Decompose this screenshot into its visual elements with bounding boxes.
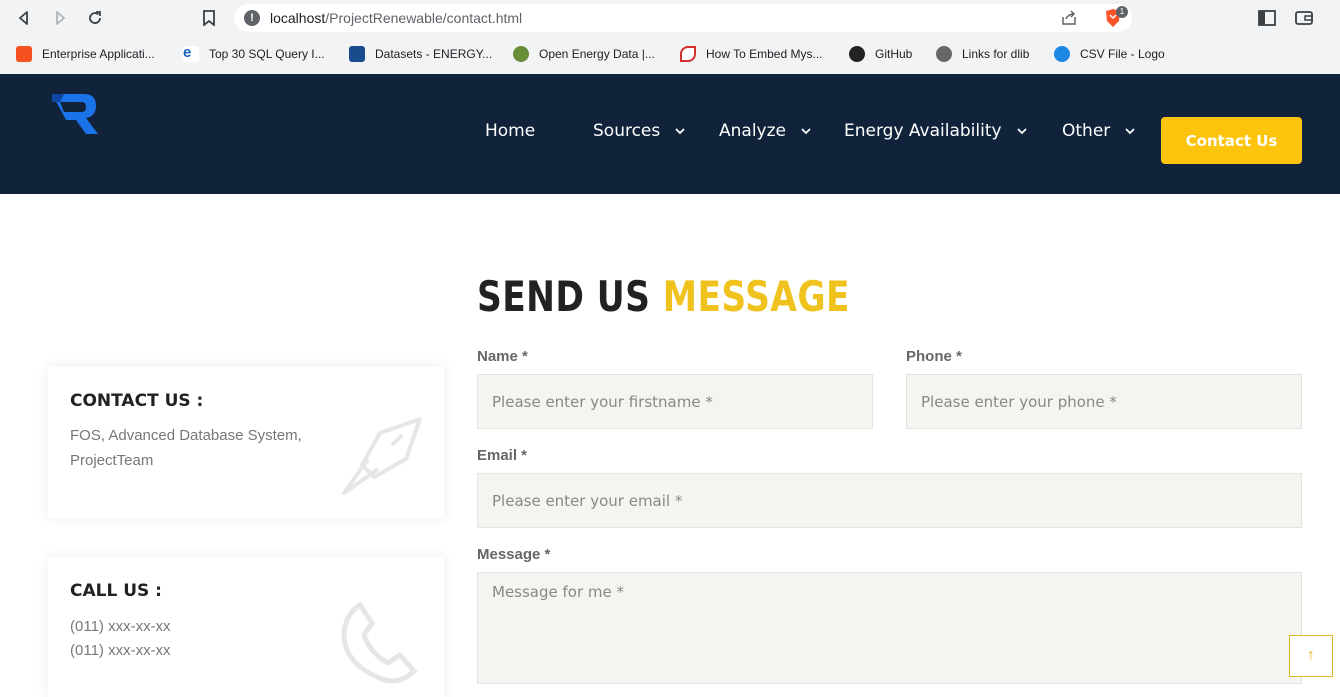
chevron-down-icon [675, 128, 685, 135]
github-icon [849, 46, 865, 62]
scroll-to-top-button[interactable]: ↑ [1289, 635, 1333, 677]
url-path: /ProjectRenewable/contact.html [325, 10, 523, 26]
bookmark-7-label: CSV File - Logo [1080, 47, 1165, 61]
share-icon[interactable] [1060, 10, 1078, 26]
name-label: Name * [477, 348, 528, 365]
bookmark-3[interactable]: Open Energy Data |... [513, 44, 655, 64]
rocket-icon [342, 417, 422, 495]
bookmark-5[interactable]: GitHub [849, 44, 912, 64]
call-card: CALL US : (011) xxx-xx-xx (011) xxx-xx-x… [48, 557, 444, 697]
browser-toolbar: ! localhost/ProjectRenewable/contact.htm… [0, 0, 1340, 36]
nav-energy-availability[interactable]: Energy Availability [844, 121, 1028, 141]
email-input[interactable]: Please enter your email * [477, 473, 1302, 528]
contact-card-line-2: ProjectTeam [70, 452, 154, 469]
nav-home-label: Home [485, 121, 536, 141]
bookmark-0-label: Enterprise Applicati... [42, 47, 155, 61]
nav-analyze-label: Analyze [719, 121, 786, 141]
phone-label: Phone * [906, 348, 962, 365]
bookmark-1[interactable]: e Top 30 SQL Query I... [183, 44, 325, 64]
bookmark-7-favicon-icon [1054, 46, 1070, 62]
bookmark-icon[interactable] [199, 8, 219, 28]
contact-card-title: CONTACT US : [70, 391, 204, 411]
call-card-line-2: (011) xxx-xx-xx [70, 642, 171, 659]
bookmark-6-label: Links for dlib [962, 47, 1030, 61]
chevron-down-icon [1016, 128, 1027, 135]
url-text[interactable]: localhost/ProjectRenewable/contact.html [270, 10, 522, 26]
page-title: SEND US MESSAGE [477, 272, 850, 321]
chevron-down-icon [1125, 128, 1135, 135]
globe-icon [936, 46, 952, 62]
bookmark-0[interactable]: Enterprise Applicati... [16, 44, 155, 64]
bookmark-3-label: Open Energy Data |... [539, 47, 655, 61]
bookmark-3-favicon-icon [513, 46, 529, 62]
nav-other-label: Other [1062, 121, 1111, 141]
bookmark-2[interactable]: Datasets - ENERGY... [349, 44, 492, 64]
wallet-icon[interactable] [1295, 9, 1313, 27]
info-icon[interactable]: ! [244, 10, 260, 26]
phone-icon [341, 601, 418, 684]
reload-icon[interactable] [85, 8, 105, 28]
brave-badge: 1 [1116, 6, 1128, 18]
back-icon[interactable] [14, 8, 34, 28]
bookmark-1-favicon-icon: e [183, 45, 199, 62]
phone-input[interactable]: Please enter your phone * [906, 374, 1302, 429]
bookmark-6[interactable]: Links for dlib [936, 44, 1029, 64]
bookmarks-bar: Enterprise Applicati... e Top 30 SQL Quer… [0, 40, 1340, 68]
forward-icon[interactable] [50, 8, 70, 28]
nav-energy-availability-label: Energy Availability [844, 121, 1002, 141]
name-input[interactable]: Please enter your firstname * [477, 374, 873, 429]
address-bar[interactable]: ! localhost/ProjectRenewable/contact.htm… [234, 4, 1132, 32]
page-title-part-2: MESSAGE [662, 272, 850, 321]
bookmark-1-label: Top 30 SQL Query I... [209, 47, 325, 61]
site-header: Home Sources Analyze Energy Availability… [0, 74, 1340, 194]
bookmark-5-label: GitHub [875, 47, 913, 61]
nav-sources-label: Sources [593, 121, 661, 141]
bookmark-4[interactable]: How To Embed Mys... [680, 44, 822, 64]
url-host: localhost [270, 10, 326, 26]
contact-us-button[interactable]: Contact Us [1161, 117, 1302, 164]
nav-analyze[interactable]: Analyze [719, 121, 812, 141]
contact-card: CONTACT US : FOS, Advanced Database Syst… [48, 367, 444, 518]
nav-other[interactable]: Other [1062, 121, 1136, 141]
email-label: Email * [477, 447, 528, 464]
nav-sources[interactable]: Sources [593, 121, 686, 141]
bookmark-7[interactable]: CSV File - Logo [1054, 44, 1165, 64]
bookmark-4-label: How To Embed Mys... [706, 47, 823, 61]
message-textarea[interactable]: Message for me * [477, 572, 1302, 684]
site-logo[interactable] [50, 88, 100, 136]
contact-card-line-1: FOS, Advanced Database System, [70, 427, 302, 444]
chevron-down-icon [801, 128, 811, 135]
sidebar-icon[interactable] [1258, 9, 1276, 27]
call-card-line-1: (011) xxx-xx-xx [70, 618, 171, 635]
bookmark-4-favicon-icon [680, 46, 696, 62]
page-title-part-1: SEND US [477, 272, 651, 321]
call-card-title: CALL US : [70, 581, 162, 601]
bookmark-2-favicon-icon [349, 46, 365, 62]
browser-chrome: ! localhost/ProjectRenewable/contact.htm… [0, 0, 1340, 74]
bookmark-2-label: Datasets - ENERGY... [375, 47, 493, 61]
nav-home[interactable]: Home [485, 121, 535, 141]
message-label: Message * [477, 546, 551, 563]
bookmark-0-favicon-icon [16, 46, 32, 62]
